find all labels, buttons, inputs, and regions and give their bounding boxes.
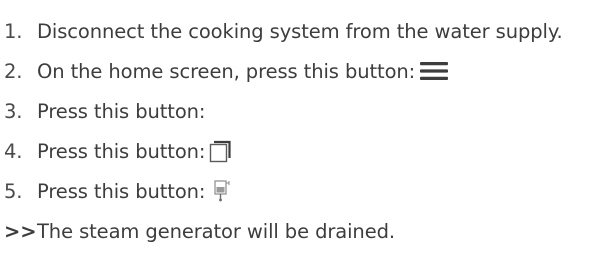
step-number: 4. [4, 139, 23, 163]
steam-generator-drain-icon [213, 179, 231, 203]
step-text: Press this button: [37, 179, 206, 203]
step-number: 2. [4, 59, 23, 83]
step-text: Press this button: [37, 99, 206, 123]
hamburger-menu-icon [419, 60, 449, 82]
step-text: On the home screen, press this button: [37, 59, 416, 83]
step-text: Disconnect the cooking system from the w… [37, 19, 563, 43]
step-number: 5. [4, 179, 23, 203]
step-2: 2. On the home screen, press this button… [0, 56, 449, 86]
step-5: 5. Press this button: [0, 176, 231, 206]
stacked-windows-icon [209, 138, 233, 164]
step-text: Press this button: [37, 139, 206, 163]
step-number: 3. [4, 99, 23, 123]
result-text: The steam generator will be drained. [37, 219, 395, 243]
result-marker: >> [4, 219, 37, 243]
step-1: 1. Disconnect the cooking system from th… [0, 16, 563, 46]
step-number: 1. [4, 19, 23, 43]
step-4: 4. Press this button: [0, 136, 233, 166]
step-3: 3. Press this button: [0, 96, 205, 126]
result-line: >> The steam generator will be drained. [0, 216, 395, 246]
